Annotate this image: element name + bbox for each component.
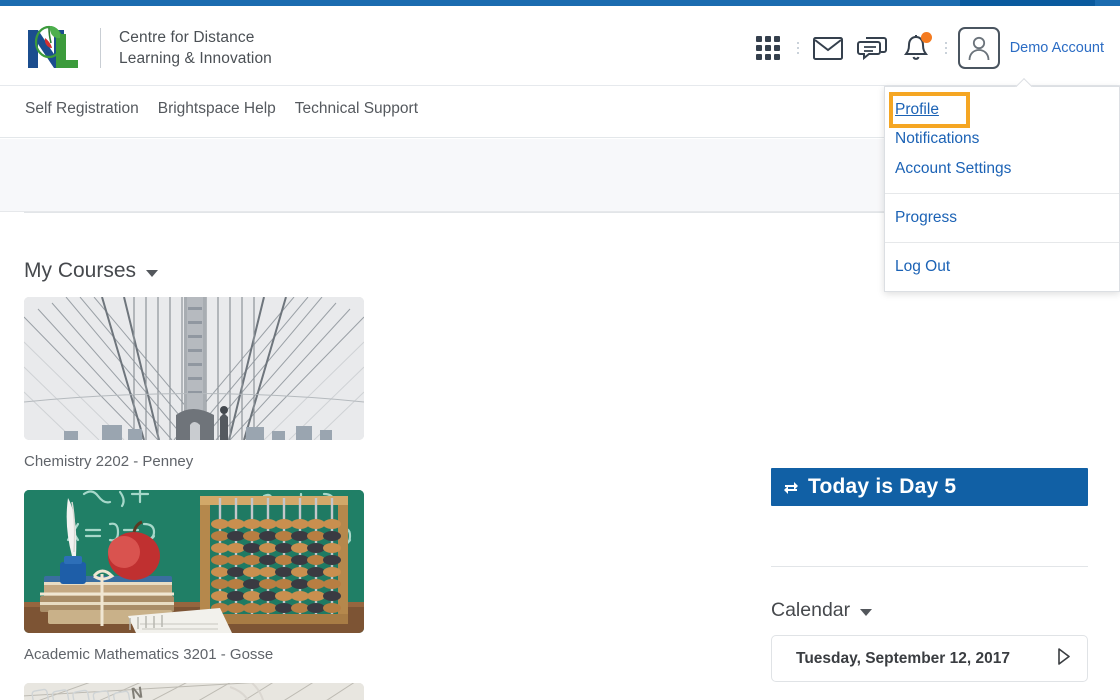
user-menu-item-account-settings[interactable]: Account Settings: [885, 154, 1119, 184]
nav-link-brightspace-help[interactable]: Brightspace Help: [157, 100, 277, 118]
upcoming-events-toggle[interactable]: Upcoming events: [771, 692, 1088, 700]
play-arrow-icon[interactable]: [1057, 647, 1070, 670]
chevron-down-icon[interactable]: [146, 269, 159, 277]
course-card[interactable]: E Cm Ac In Ge Po Uuh N D G: [24, 683, 364, 700]
envelope-icon[interactable]: [806, 26, 850, 70]
nav-link-technical-support[interactable]: Technical Support: [294, 100, 419, 118]
day-banner-text: Today is Day 5: [808, 475, 957, 498]
course-image-classroom-abacus: [24, 490, 364, 633]
course-image-bridge-cables: [24, 297, 364, 440]
calendar-date-selector[interactable]: Tuesday, September 12, 2017: [771, 635, 1088, 682]
calendar-selected-date: Tuesday, September 12, 2017: [796, 649, 1010, 667]
user-menu-group-3: Log Out: [885, 242, 1119, 291]
brand-divider: [100, 28, 101, 68]
waffle-grid-icon[interactable]: [746, 26, 790, 70]
chevron-down-icon[interactable]: [860, 609, 873, 616]
bell-icon[interactable]: [894, 26, 938, 70]
user-avatar-icon[interactable]: [957, 27, 1000, 69]
icon-separator-dots: [793, 33, 803, 63]
brand-title: Centre for Distance Learning & Innovatio…: [119, 29, 272, 67]
icon-separator-dots-2: [941, 33, 951, 63]
day-cycle-icon: [784, 482, 798, 494]
nav-links: Self Registration Brightspace Help Techn…: [24, 100, 419, 118]
page-title: My Courses: [24, 259, 137, 282]
right-widgets-column: Today is Day 5 Calendar Tuesday, Septemb…: [771, 426, 1091, 700]
brand-logo-block[interactable]: Centre for Distance Learning & Innovatio…: [22, 20, 272, 76]
course-card[interactable]: Chemistry 2202 - Penney: [24, 297, 364, 470]
header-icon-bar: Demo Account: [746, 26, 1110, 70]
user-menu-item-log-out[interactable]: Log Out: [885, 252, 1119, 282]
page-header: Centre for Distance Learning & Innovatio…: [0, 6, 1120, 86]
course-title[interactable]: Chemistry 2202 - Penney: [24, 453, 364, 470]
svg-text:N: N: [130, 685, 144, 700]
user-menu-dropdown: Profile Notifications Account Settings P…: [884, 86, 1120, 292]
user-menu-group-1: Profile Notifications Account Settings: [885, 87, 1119, 193]
user-menu-item-progress[interactable]: Progress: [885, 203, 1119, 233]
user-menu-group-2: Progress: [885, 193, 1119, 242]
nav-link-self-registration[interactable]: Self Registration: [24, 100, 140, 118]
user-menu-item-profile[interactable]: Profile: [889, 92, 970, 128]
nl-logo-icon: [22, 20, 84, 76]
course-grid: Chemistry 2202 - Penney Academic Mathema…: [24, 297, 724, 700]
my-courses-header: My Courses: [24, 259, 159, 283]
day-banner: Today is Day 5: [771, 468, 1088, 506]
course-image-chemistry-flasks: E Cm Ac In Ge Po Uuh N D G: [24, 683, 364, 700]
calendar-title: Calendar: [771, 599, 851, 621]
right-column-divider: [771, 566, 1088, 567]
svg-text:In: In: [230, 696, 246, 700]
calendar-header: Calendar: [771, 599, 1091, 622]
brightspace-homepage: Centre for Distance Learning & Innovatio…: [0, 0, 1120, 700]
course-title[interactable]: Academic Mathematics 3201 - Gosse: [24, 646, 364, 663]
dropdown-caret-icon: [1015, 78, 1033, 87]
notification-badge: [920, 32, 932, 43]
chat-bubble-icon[interactable]: [850, 26, 894, 70]
course-card[interactable]: Academic Mathematics 3201 - Gosse: [24, 490, 364, 663]
user-name-label[interactable]: Demo Account: [1010, 40, 1104, 56]
user-menu-item-notifications[interactable]: Notifications: [885, 124, 1119, 154]
